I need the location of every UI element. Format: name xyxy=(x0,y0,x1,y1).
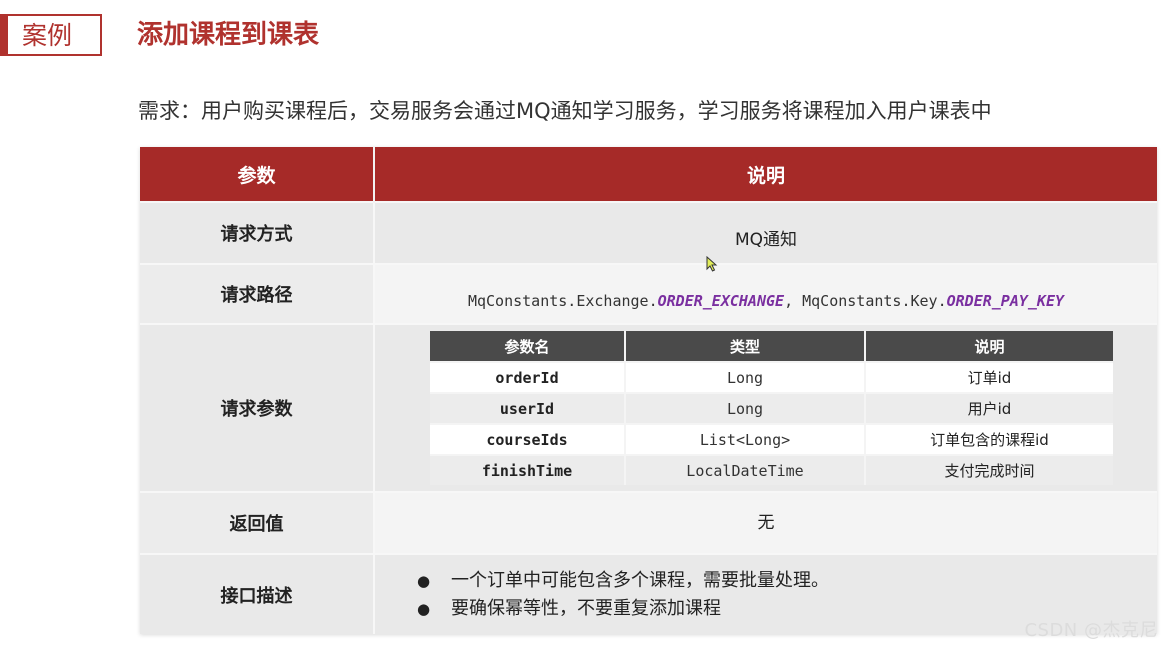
case-tag-label: 案例 xyxy=(22,21,73,50)
param-desc: 订单id xyxy=(865,361,1113,393)
description-list: 一个订单中可能包含多个课程，需要批量处理。 要确保幂等性，不要重复添加课程 xyxy=(375,567,1157,623)
params-table: 参数名 类型 说明 orderId Long 订单id userId Long … xyxy=(430,331,1113,485)
request-params-cell: 参数名 类型 说明 orderId Long 订单id userId Long … xyxy=(374,323,1157,492)
return-value-label: 返回值 xyxy=(140,491,375,554)
path-exchange-prefix: MqConstants.Exchange. xyxy=(467,292,658,310)
param-desc: 支付完成时间 xyxy=(865,454,1113,485)
request-path-value: MqConstants.Exchange.ORDER_EXCHANGE, MqC… xyxy=(374,263,1157,324)
watermark: CSDN @杰克尼 xyxy=(1024,620,1158,641)
params-header-desc: 说明 xyxy=(865,331,1113,362)
param-type: LocalDateTime xyxy=(625,454,866,485)
param-type: Long xyxy=(625,392,866,424)
params-header-name: 参数名 xyxy=(430,331,626,362)
param-name: userId xyxy=(430,392,626,424)
list-item: 一个订单中可能包含多个课程，需要批量处理。 xyxy=(417,567,1157,595)
param-desc: 用户id xyxy=(865,392,1113,424)
request-path-label: 请求路径 xyxy=(140,263,375,324)
param-desc: 订单包含的课程id xyxy=(865,423,1113,455)
param-name: finishTime xyxy=(430,454,626,485)
slide-title: 添加课程到课表 xyxy=(137,20,320,50)
table-row: finishTime LocalDateTime 支付完成时间 xyxy=(430,454,1113,485)
row-request-method: 请求方式 MQ通知 xyxy=(140,201,1157,264)
table-row: userId Long 用户id xyxy=(430,392,1113,424)
row-request-params: 请求参数 参数名 类型 说明 orderId Long 订单id userId … xyxy=(140,323,1157,492)
param-name: orderId xyxy=(430,361,626,393)
header-description: 说明 xyxy=(374,147,1157,202)
header-param: 参数 xyxy=(140,147,375,202)
request-params-label: 请求参数 xyxy=(140,323,375,492)
api-spec-table: 参数 说明 请求方式 MQ通知 请求路径 MqConstants.Exchang… xyxy=(140,147,1157,634)
return-value: 无 xyxy=(374,491,1157,554)
request-method-value: MQ通知 xyxy=(374,201,1157,264)
params-header-row: 参数名 类型 说明 xyxy=(430,331,1113,362)
interface-description-label: 接口描述 xyxy=(140,553,375,634)
cursor-arrow-icon xyxy=(706,255,718,272)
table-row: courseIds List<Long> 订单包含的课程id xyxy=(430,423,1113,455)
row-request-path: 请求路径 MqConstants.Exchange.ORDER_EXCHANGE… xyxy=(140,263,1157,324)
requirement-text: 需求：用户购买课程后，交易服务会通过MQ通知学习服务，学习服务将课程加入用户课表… xyxy=(138,99,992,123)
param-type: List<Long> xyxy=(625,423,866,455)
row-return-value: 返回值 无 xyxy=(140,491,1157,554)
mouse-cursor-icon xyxy=(706,255,720,275)
api-table-header-row: 参数 说明 xyxy=(140,147,1157,202)
table-row: orderId Long 订单id xyxy=(430,361,1113,393)
path-key-constant: ORDER_PAY_KEY xyxy=(946,292,1065,310)
row-interface-description: 接口描述 一个订单中可能包含多个课程，需要批量处理。 要确保幂等性，不要重复添加… xyxy=(140,553,1157,634)
request-method-label: 请求方式 xyxy=(140,201,375,264)
path-exchange-constant: ORDER_EXCHANGE xyxy=(657,292,785,310)
param-name: courseIds xyxy=(430,423,626,455)
case-tag: 案例 xyxy=(0,14,102,56)
params-header-type: 类型 xyxy=(625,331,866,362)
tag-accent-bar xyxy=(0,16,8,54)
path-key-prefix: , MqConstants.Key. xyxy=(784,292,947,310)
param-type: Long xyxy=(625,361,866,393)
